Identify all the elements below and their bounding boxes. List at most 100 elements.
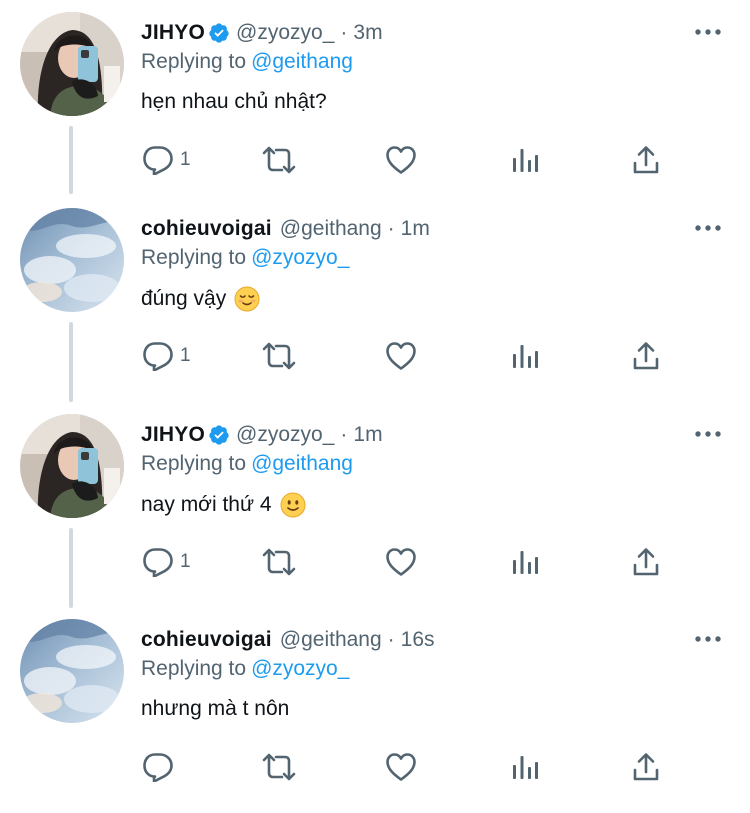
replying-to-label: Replying to <box>141 246 247 269</box>
user-handle[interactable]: @geithang <box>280 217 382 241</box>
retweet-button[interactable] <box>260 140 298 180</box>
share-button[interactable] <box>632 747 660 787</box>
tweet-text-content: đúng vậy <box>141 287 227 310</box>
tweet-header: cohieuvoigai @geithang · 16s <box>141 625 435 655</box>
tweet-actions: 1 <box>140 140 680 180</box>
more-options-icon[interactable] <box>692 218 724 238</box>
share-upload-icon <box>632 341 660 371</box>
share-upload-icon <box>632 145 660 175</box>
timestamp[interactable]: 1m <box>401 217 430 241</box>
heart-icon <box>385 145 417 175</box>
tweet-3[interactable]: JIHYO @zyozyo_ · 1m Replying to @geithang… <box>0 402 750 608</box>
tweet-actions: 1 <box>140 336 680 376</box>
views-button[interactable] <box>511 747 539 787</box>
retweet-button[interactable] <box>260 542 298 582</box>
separator-dot: · <box>340 423 348 446</box>
separator-dot: · <box>340 21 348 44</box>
reply-bubble-icon <box>142 547 174 577</box>
reply-button[interactable] <box>142 747 180 787</box>
reply-count: 1 <box>180 149 191 170</box>
retweet-button[interactable] <box>260 336 298 376</box>
tweet-text: nay mới thứ 4 <box>141 492 306 518</box>
like-button[interactable] <box>385 747 417 787</box>
share-button[interactable] <box>632 336 660 376</box>
reply-bubble-icon <box>142 341 174 371</box>
views-bar-icon <box>511 548 539 576</box>
retweet-icon <box>260 341 298 371</box>
replying-to-mention[interactable]: @geithang <box>251 50 353 73</box>
tweet-text-content: hẹn nhau chủ nhật? <box>141 90 327 113</box>
tweet-text-content: nhưng mà t nôn <box>141 697 290 720</box>
views-bar-icon <box>511 753 539 781</box>
retweet-icon <box>260 547 298 577</box>
timestamp[interactable]: 1m <box>353 423 382 447</box>
like-button[interactable] <box>385 336 417 376</box>
reply-count: 1 <box>180 551 191 572</box>
user-handle[interactable]: @zyozyo_ <box>236 21 334 45</box>
views-bar-icon <box>511 146 539 174</box>
views-button[interactable] <box>511 140 539 180</box>
separator-dot: · <box>387 217 395 240</box>
tweet-actions <box>140 747 680 787</box>
views-button[interactable] <box>511 336 539 376</box>
reply-button[interactable]: 1 <box>142 140 191 180</box>
replying-to-mention[interactable]: @geithang <box>251 452 353 475</box>
replying-to-label: Replying to <box>141 657 247 680</box>
share-upload-icon <box>632 547 660 577</box>
share-upload-icon <box>632 752 660 782</box>
avatar[interactable] <box>20 12 124 116</box>
reply-button[interactable]: 1 <box>142 336 191 376</box>
share-button[interactable] <box>632 140 660 180</box>
reply-bubble-icon <box>142 145 174 175</box>
tweet-4[interactable]: cohieuvoigai @geithang · 16s Replying to… <box>0 607 750 813</box>
retweet-icon <box>260 145 298 175</box>
heart-icon <box>385 752 417 782</box>
tweet-2[interactable]: cohieuvoigai @geithang · 1m Replying to @… <box>0 196 750 402</box>
tweet-1[interactable]: JIHYO @zyozyo_ · 3m Replying to @geithang… <box>0 0 750 206</box>
reply-count: 1 <box>180 345 191 366</box>
tweet-actions: 1 <box>140 542 680 582</box>
display-name[interactable]: JIHYO <box>141 423 205 447</box>
user-handle[interactable]: @geithang <box>280 628 382 652</box>
verified-badge-icon <box>208 424 230 446</box>
more-options-icon[interactable] <box>692 424 724 444</box>
tweet-text: hẹn nhau chủ nhật? <box>141 90 327 114</box>
replying-to-mention[interactable]: @zyozyo_ <box>251 657 349 680</box>
timestamp[interactable]: 16s <box>401 628 435 652</box>
replying-to-line: Replying to @geithang <box>141 452 353 476</box>
like-button[interactable] <box>385 140 417 180</box>
replying-to-label: Replying to <box>141 452 247 475</box>
display-name[interactable]: cohieuvoigai <box>141 217 272 241</box>
separator-dot: · <box>387 628 395 651</box>
views-button[interactable] <box>511 542 539 582</box>
replying-to-mention[interactable]: @zyozyo_ <box>251 246 349 269</box>
replying-to-line: Replying to @zyozyo_ <box>141 246 349 270</box>
avatar[interactable] <box>20 208 124 312</box>
more-options-icon[interactable] <box>692 22 724 42</box>
tweet-header: JIHYO @zyozyo_ · 1m <box>141 420 383 450</box>
views-bar-icon <box>511 342 539 370</box>
more-options-icon[interactable] <box>692 629 724 649</box>
retweet-button[interactable] <box>260 747 298 787</box>
retweet-icon <box>260 752 298 782</box>
avatar[interactable] <box>20 619 124 723</box>
replying-to-line: Replying to @zyozyo_ <box>141 657 349 681</box>
reply-bubble-icon <box>142 752 174 782</box>
share-button[interactable] <box>632 542 660 582</box>
tweet-text: nhưng mà t nôn <box>141 697 289 721</box>
avatar[interactable] <box>20 414 124 518</box>
replying-to-label: Replying to <box>141 50 247 73</box>
like-button[interactable] <box>385 542 417 582</box>
replying-to-line: Replying to @geithang <box>141 50 353 74</box>
slightly-smiling-face-emoji <box>280 492 306 518</box>
user-handle[interactable]: @zyozyo_ <box>236 423 334 447</box>
relieved-face-emoji <box>234 286 260 312</box>
tweet-text: đúng vậy <box>141 286 260 312</box>
timestamp[interactable]: 3m <box>353 21 382 45</box>
display-name[interactable]: cohieuvoigai <box>141 628 272 652</box>
reply-button[interactable]: 1 <box>142 542 191 582</box>
display-name[interactable]: JIHYO <box>141 21 205 45</box>
heart-icon <box>385 547 417 577</box>
tweet-header: JIHYO @zyozyo_ · 3m <box>141 18 383 48</box>
heart-icon <box>385 341 417 371</box>
